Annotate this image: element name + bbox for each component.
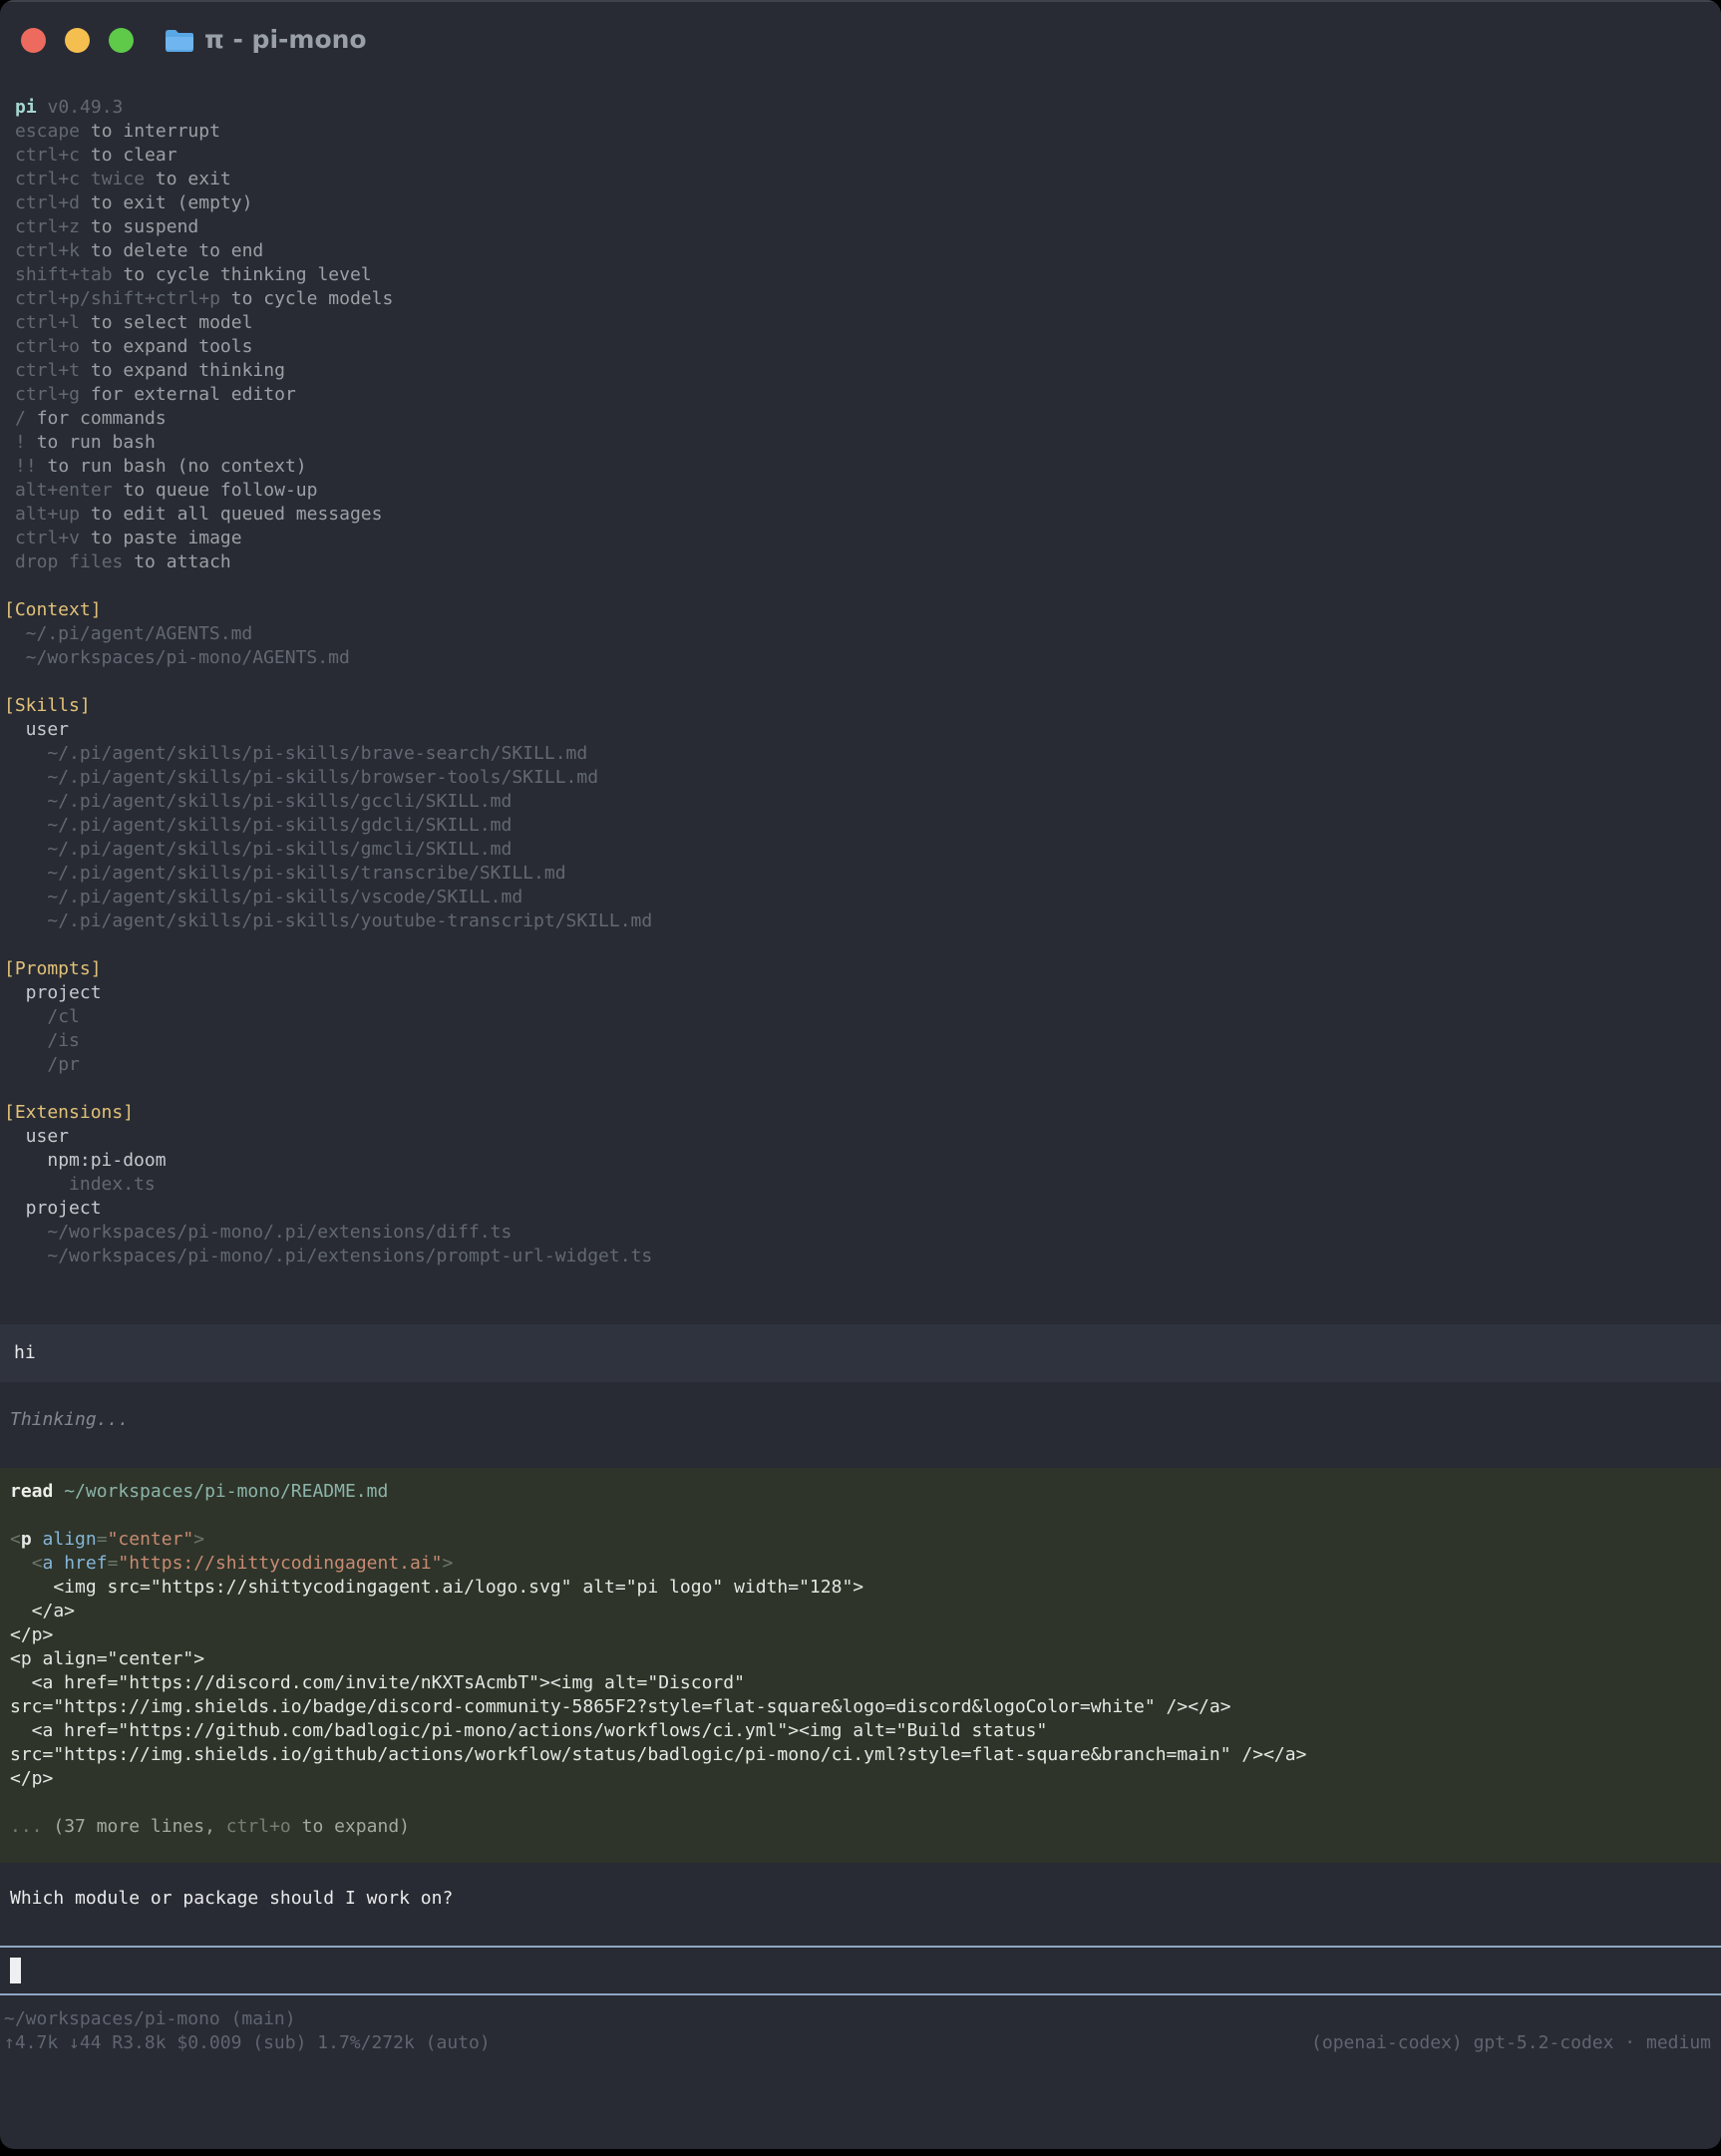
hint-line: ctrl+d to exit (empty): [4, 191, 1721, 215]
section-row: project: [4, 1197, 1721, 1221]
section-row: ~/.pi/agent/skills/pi-skills/youtube-tra…: [4, 909, 1721, 933]
section-header: [Prompts]: [4, 957, 1721, 981]
section-header: [Context]: [4, 598, 1721, 622]
section-extensions: [Extensions]usernpm:pi-doomindex.tsproje…: [4, 1101, 1721, 1268]
section-row: user: [4, 718, 1721, 742]
hints-list: escape to interruptctrl+c to clearctrl+c…: [4, 120, 1721, 574]
section-header: [Skills]: [4, 694, 1721, 718]
tool-argument: ~/workspaces/pi-mono/README.md: [64, 1481, 388, 1502]
statusbar-row2: ↑4.7k ↓44 R3.8k $0.009 (sub) 1.7%/272k (…: [4, 2031, 1711, 2055]
code-line: </p>: [10, 1767, 1711, 1791]
section-row: /is: [4, 1029, 1721, 1053]
hint-line: ctrl+g for external editor: [4, 383, 1721, 407]
statusbar: ~/workspaces/pi-mono (main) ↑4.7k ↓44 R3…: [4, 2007, 1711, 2055]
hint-line: ctrl+k to delete to end: [4, 239, 1721, 263]
hint-line: ctrl+l to select model: [4, 311, 1721, 335]
window-controls: [21, 28, 134, 53]
section-row: ~/workspaces/pi-mono/.pi/extensions/prom…: [4, 1245, 1721, 1268]
section-row: ~/workspaces/pi-mono/.pi/extensions/diff…: [4, 1221, 1721, 1245]
minimize-button[interactable]: [65, 28, 90, 53]
section-header: [Extensions]: [4, 1101, 1721, 1125]
hint-line: ctrl+c twice to exit: [4, 168, 1721, 191]
user-message-text: hi: [14, 1341, 1707, 1365]
section-row: user: [4, 1125, 1721, 1149]
section-row: ~/.pi/agent/skills/pi-skills/gccli/SKILL…: [4, 790, 1721, 814]
hint-line: alt+enter to queue follow-up: [4, 479, 1721, 503]
code-line: <a href="https://shittycodingagent.ai">: [10, 1552, 1711, 1576]
section-row: /pr: [4, 1053, 1721, 1077]
section-row: /cl: [4, 1005, 1721, 1029]
terminal-window: π - pi-mono pi v0.49.3 escape to interru…: [0, 0, 1721, 2149]
text-cursor: [10, 1958, 21, 1983]
code-line: <a href="https://github.com/badlogic/pi-…: [10, 1719, 1711, 1743]
hint-line: ctrl+v to paste image: [4, 527, 1721, 550]
code-lines: <p align="center"> <a href="https://shit…: [10, 1528, 1711, 1839]
code-line: <a href="https://discord.com/invite/nKXT…: [10, 1671, 1711, 1695]
section-row: ~/.pi/agent/skills/pi-skills/brave-searc…: [4, 742, 1721, 766]
section-prompts: [Prompts]project/cl/is/pr: [4, 957, 1721, 1077]
section-row: ~/.pi/agent/skills/pi-skills/browser-too…: [4, 766, 1721, 790]
code-line: <img src="https://shittycodingagent.ai/l…: [10, 1576, 1711, 1600]
section-row: npm:pi-doom: [4, 1149, 1721, 1173]
prompt-input[interactable]: [0, 1946, 1721, 1995]
user-message-block: hi: [0, 1324, 1721, 1382]
section-row: ~/.pi/agent/skills/pi-skills/transcribe/…: [4, 862, 1721, 886]
code-line: src="https://img.shields.io/github/actio…: [10, 1743, 1711, 1767]
hint-line: ctrl+z to suspend: [4, 215, 1721, 239]
hint-line: drop files to attach: [4, 550, 1721, 574]
code-line: </p>: [10, 1623, 1711, 1647]
section-row: project: [4, 981, 1721, 1005]
app-version: v0.49.3: [48, 97, 124, 118]
window-title: π - pi-mono: [204, 28, 367, 52]
hint-line: !! to run bash (no context): [4, 455, 1721, 479]
maximize-button[interactable]: [109, 28, 134, 53]
code-line: <p align="center">: [10, 1647, 1711, 1671]
section-context: [Context]~/.pi/agent/AGENTS.md~/workspac…: [4, 598, 1721, 670]
sections: [Context]~/.pi/agent/AGENTS.md~/workspac…: [0, 598, 1721, 1268]
tool-call-block: read ~/workspaces/pi-mono/README.md <p a…: [0, 1468, 1721, 1863]
close-button[interactable]: [21, 28, 46, 53]
model-indicator: (openai-codex) gpt-5.2-codex · medium: [1311, 2031, 1711, 2055]
code-line: [10, 1791, 1711, 1815]
thinking-indicator: Thinking...: [10, 1408, 1721, 1432]
hint-line: escape to interrupt: [4, 120, 1721, 144]
folder-icon: [164, 27, 193, 53]
app-name: pi: [15, 97, 37, 118]
section-row: ~/.pi/agent/skills/pi-skills/gmcli/SKILL…: [4, 838, 1721, 862]
code-line: <p align="center">: [10, 1528, 1711, 1552]
titlebar: π - pi-mono: [0, 0, 1721, 80]
hint-line: alt+up to edit all queued messages: [4, 503, 1721, 527]
hint-line: ctrl+o to expand tools: [4, 335, 1721, 359]
section-row: index.ts: [4, 1173, 1721, 1197]
hint-line: shift+tab to cycle thinking level: [4, 263, 1721, 287]
code-line: src="https://img.shields.io/badge/discor…: [10, 1695, 1711, 1719]
assistant-question: Which module or package should I work on…: [10, 1887, 1721, 1911]
startup-hints: pi v0.49.3 escape to interruptctrl+c to …: [4, 96, 1721, 574]
version-line: pi v0.49.3: [4, 96, 1721, 120]
hint-line: / for commands: [4, 407, 1721, 431]
hint-line: ctrl+t to expand thinking: [4, 359, 1721, 383]
blank-line: [10, 1504, 1711, 1528]
code-line: ... (37 more lines, ctrl+o to expand): [10, 1815, 1711, 1839]
tool-call-header: read ~/workspaces/pi-mono/README.md: [10, 1480, 1711, 1504]
hint-line: ctrl+p/shift+ctrl+p to cycle models: [4, 287, 1721, 311]
cwd-branch: ~/workspaces/pi-mono (main): [4, 2007, 1711, 2031]
tool-name: read: [10, 1481, 53, 1502]
section-row: ~/.pi/agent/skills/pi-skills/vscode/SKIL…: [4, 886, 1721, 909]
section-skills: [Skills]user~/.pi/agent/skills/pi-skills…: [4, 694, 1721, 933]
hint-line: ! to run bash: [4, 431, 1721, 455]
section-row: ~/.pi/agent/skills/pi-skills/gdcli/SKILL…: [4, 814, 1721, 838]
code-line: </a>: [10, 1600, 1711, 1623]
section-row: ~/.pi/agent/AGENTS.md: [4, 622, 1721, 646]
section-row: ~/workspaces/pi-mono/AGENTS.md: [4, 646, 1721, 670]
token-stats: ↑4.7k ↓44 R3.8k $0.009 (sub) 1.7%/272k (…: [4, 2031, 491, 2055]
hint-line: ctrl+c to clear: [4, 144, 1721, 168]
